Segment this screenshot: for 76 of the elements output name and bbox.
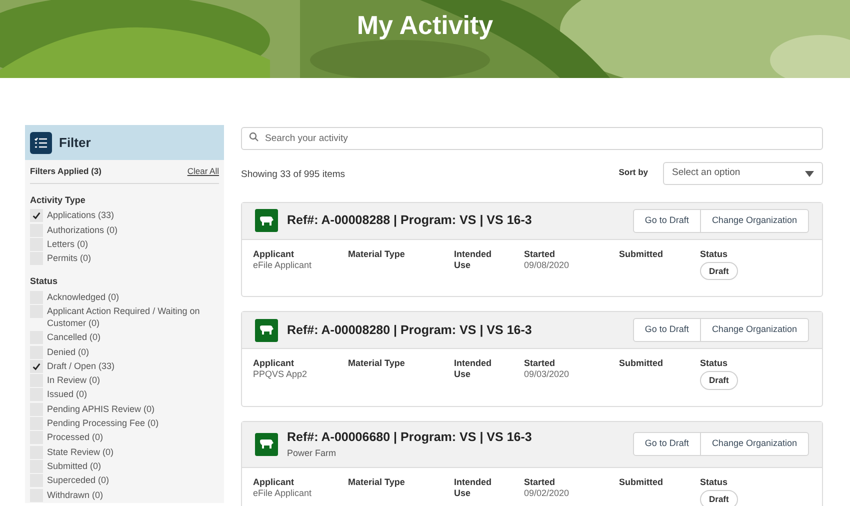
checkbox[interactable] [30,209,43,222]
checkbox[interactable] [30,360,43,373]
card-title: Ref#: A-00008288 | Program: VS | VS 16-3 [287,212,532,230]
check-icon [32,211,41,220]
animal-icon [255,318,278,342]
change-organization-button[interactable]: Change Organization [700,319,808,341]
field-label: Started [524,358,556,369]
filter-option[interactable]: Applicant Action Required / Waiting on Customer (0) [47,304,219,330]
checkbox[interactable] [30,488,43,502]
field-label: Applicant [253,358,294,369]
sort-label: Sort by [618,166,648,178]
go-to-draft-button[interactable]: Go to Draft [634,210,700,232]
field-value: eFile Applicant [253,260,312,270]
field-value: eFile Applicant [253,488,312,499]
search-icon [249,132,259,142]
filter-list-icon [30,132,52,154]
filter-option[interactable]: Superceded (0) [47,474,110,487]
filter-option[interactable]: Draft / Open (33) [47,360,115,372]
status-badge: Draft [700,370,738,390]
field-value: 09/02/2020 [524,488,570,499]
field-label: Submitted [619,248,663,260]
organization-name: Power Farm [287,447,338,460]
field-label: Started [524,476,556,488]
field-label: Intended Use [454,358,492,380]
field-label: Started [524,248,556,260]
field-label: Status [700,358,728,369]
filter-option[interactable]: Letters (0) [47,238,88,250]
filter-option[interactable]: Withdrawn (0) [47,488,104,501]
animal-icon [255,432,278,456]
status-badge: Draft [700,490,738,506]
go-to-draft-button[interactable]: Go to Draft [634,319,700,341]
filter-option[interactable]: Processed (0) [47,431,104,444]
field-label: Applicant [253,476,294,488]
change-organization-button[interactable]: Change Organization [700,433,808,455]
filter-option[interactable]: Permits (0) [47,252,92,265]
filters-applied: Filters Applied (3) [30,165,102,178]
results-count: Showing 33 of 995 items [241,168,346,182]
filter-group-title: Status [30,275,59,288]
field-label: Status [700,476,728,488]
filter-option[interactable]: In Review (0) [47,374,100,387]
field-label: Submitted [619,476,663,488]
search-field[interactable]: Search your activity [241,127,823,150]
filter-option[interactable]: Authorizations (0) [47,224,118,236]
field-value: 09/03/2020 [524,368,570,380]
caret-icon [805,170,814,176]
field-value: 09/08/2020 [524,260,570,270]
filter-title: Filter [59,134,91,152]
filter-group-title: Activity Type [30,194,86,207]
field-label: Intended Use [454,476,492,499]
sort-dropdown[interactable]: Select an option [663,162,823,185]
status-badge: Draft [700,262,738,280]
filter-option[interactable]: Issued (0) [47,388,88,401]
filter-option[interactable]: Pending APHIS Review (0) [47,402,155,416]
clear-all-link[interactable]: Clear All [187,165,219,178]
go-to-draft-button[interactable]: Go to Draft [634,433,700,455]
field-label: Applicant [253,248,294,260]
field-value: PPQVS App2 [253,368,308,380]
field-label: Status [700,248,728,260]
field-label: Material Type [348,358,405,369]
card-title: Ref#: A-00006680 | Program: VS | VS 16-3 [287,428,532,446]
filter-option[interactable]: Cancelled (0) [47,331,101,344]
filter-option[interactable]: Pending Processing Fee (0) [47,417,159,430]
field-label: Intended Use [454,248,492,270]
field-label: Submitted [619,358,663,369]
page-title: My Activity [356,9,494,42]
animal-icon [255,209,278,232]
card-title: Ref#: A-00008280 | Program: VS | VS 16-3 [287,322,532,339]
filter-option[interactable]: Acknowledged (0) [47,290,120,304]
field-label: Material Type [348,476,405,488]
check-icon [32,362,41,371]
change-organization-button[interactable]: Change Organization [700,210,808,232]
filter-option[interactable]: Applications (33) [47,209,114,222]
field-label: Material Type [348,248,405,260]
filter-option[interactable]: Denied (0) [47,346,90,358]
filter-option[interactable]: State Review (0) [47,446,114,458]
filter-option[interactable]: Submitted (0) [47,460,102,472]
